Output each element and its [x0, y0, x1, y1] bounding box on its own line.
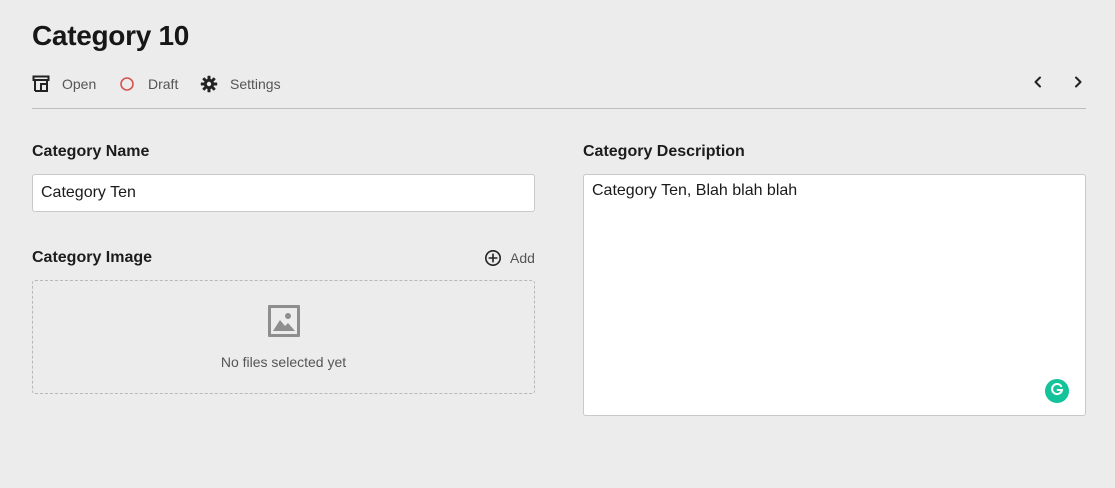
gear-icon — [200, 75, 218, 93]
image-dropzone[interactable]: No files selected yet — [32, 280, 535, 394]
chevron-right-icon — [1072, 75, 1084, 93]
next-button[interactable] — [1066, 72, 1090, 96]
settings-label: Settings — [230, 76, 281, 92]
category-name-input[interactable] — [32, 174, 535, 212]
no-files-text: No files selected yet — [220, 354, 347, 370]
category-description-textarea[interactable]: Category Ten, Blah blah blah — [583, 174, 1086, 416]
open-button[interactable]: Open — [32, 72, 96, 96]
add-image-label: Add — [510, 250, 535, 266]
open-storefront-icon — [32, 75, 50, 93]
plus-circle-icon — [484, 249, 502, 267]
category-description-label: Category Description — [583, 143, 745, 160]
category-name-label: Category Name — [32, 143, 150, 160]
open-label: Open — [62, 76, 97, 92]
toolbar: Open Draft Settings — [32, 72, 1086, 96]
settings-button[interactable]: Settings — [200, 72, 281, 96]
circle-outline-icon — [118, 75, 136, 93]
toolbar-divider — [32, 108, 1086, 109]
page-title: Category 10 — [32, 20, 189, 51]
add-image-button[interactable]: Add — [484, 249, 535, 267]
grammarly-icon — [1050, 382, 1064, 401]
grammarly-button[interactable] — [1045, 379, 1069, 403]
previous-button[interactable] — [1026, 72, 1050, 96]
chevron-left-icon — [1032, 75, 1044, 93]
draft-label: Draft — [148, 76, 179, 92]
image-placeholder-icon — [268, 305, 300, 337]
category-image-label: Category Image — [32, 249, 153, 266]
draft-status-button[interactable]: Draft — [118, 72, 178, 96]
category-edit-page: Category 10 Open Draft Settings Category… — [0, 0, 1115, 488]
